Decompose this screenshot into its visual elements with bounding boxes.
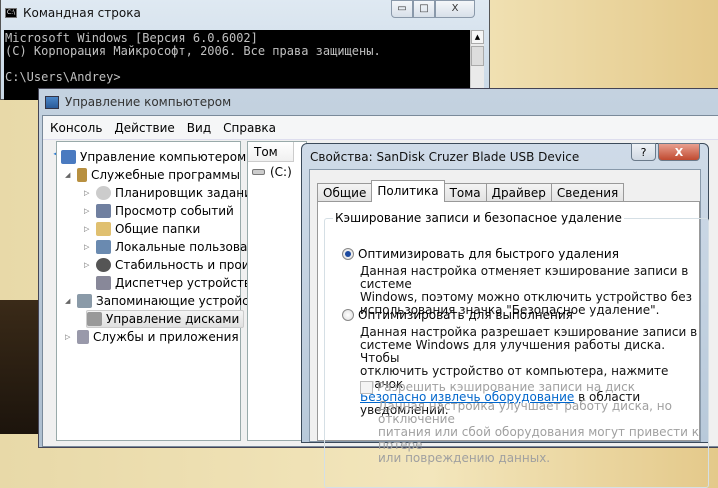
- radio-label: Оптимизировать для выполнения: [358, 308, 573, 322]
- console-line: (C) Корпорация Майкрософт, 2006. Все пра…: [5, 44, 381, 58]
- tree-label: Просмотр событий: [115, 204, 234, 218]
- volume-list: Том (C:): [247, 141, 307, 441]
- close-button[interactable]: X: [435, 0, 475, 18]
- cmd-icon: C:\: [5, 8, 17, 18]
- group-label: Кэширование записи и безопасное удаление: [333, 211, 624, 225]
- tree-item-root[interactable]: Управление компьютером (л: [61, 148, 262, 166]
- services-icon: [77, 330, 89, 344]
- tab-strip: Общие Политика Тома Драйвер Сведения: [317, 180, 625, 202]
- menu-console[interactable]: Консоль: [50, 121, 102, 135]
- computer-management-icon: [45, 95, 59, 109]
- users-icon: [96, 240, 111, 254]
- tree-label: Управление дисками: [106, 312, 240, 326]
- write-caching-group: Кэширование записи и безопасное удаление…: [324, 211, 709, 488]
- menu-view[interactable]: Вид: [187, 121, 211, 135]
- tree-label: Службы и приложения: [93, 330, 239, 344]
- write-caching-description: Данная настройка улучшает работу диска, …: [378, 399, 700, 465]
- minimize-button[interactable]: ▭: [391, 0, 413, 18]
- tree-item-services[interactable]: ▷ Службы и приложения: [65, 328, 239, 346]
- tree-label: Планировщик заданий: [115, 186, 260, 200]
- properties-dialog: Свойства: SanDisk Cruzer Blade USB Devic…: [301, 143, 709, 488]
- scroll-up-arrow-icon[interactable]: ▲: [471, 30, 484, 44]
- tree-item-device-manager[interactable]: Диспетчер устройств: [96, 274, 251, 292]
- column-header-volume[interactable]: Том: [248, 142, 294, 162]
- desktop-background: [0, 300, 40, 434]
- cmd-title: Командная строка: [23, 6, 141, 20]
- performance-radio[interactable]: Оптимизировать для выполнения: [342, 308, 573, 322]
- dialog-title: Свойства: SanDisk Cruzer Blade USB Devic…: [310, 150, 580, 164]
- tree-item-shared-folders[interactable]: ▷ Общие папки: [84, 220, 200, 238]
- radio-selected-icon: [342, 248, 354, 260]
- help-button[interactable]: ?: [631, 143, 656, 161]
- tab-policy[interactable]: Политика: [371, 180, 445, 202]
- expanded-arrow-icon[interactable]: ◢: [65, 297, 73, 305]
- disk-icon: [87, 312, 102, 326]
- radio-label: Оптимизировать для быстрого удаления: [358, 247, 619, 261]
- tree-item-system-tools[interactable]: ◢ Служебные программы: [65, 166, 240, 184]
- tree-item-task-scheduler[interactable]: ▷ Планировщик заданий: [84, 184, 260, 202]
- event-log-icon: [96, 204, 111, 218]
- close-button[interactable]: X: [658, 143, 700, 161]
- collapsed-arrow-icon[interactable]: ▷: [84, 261, 92, 269]
- tree-label: Запоминающие устройст: [96, 294, 256, 308]
- volume-label: (C:): [270, 165, 292, 179]
- scroll-thumb[interactable]: [471, 46, 484, 66]
- enable-write-caching-checkbox[interactable]: Разрешить кэширование записи на диск: [360, 380, 635, 394]
- collapsed-arrow-icon[interactable]: ▷: [84, 243, 92, 251]
- tab-details[interactable]: Сведения: [550, 183, 625, 202]
- window-title: Управление компьютером: [65, 95, 232, 109]
- tab-volumes[interactable]: Тома: [443, 183, 487, 202]
- gauge-icon: [96, 258, 111, 272]
- navigation-tree: Управление компьютером (л ◢ Служебные про…: [56, 141, 262, 441]
- tree-label: Стабильность и произ: [115, 258, 256, 272]
- expanded-arrow-icon[interactable]: ◢: [65, 171, 73, 179]
- tree-item-disk-management[interactable]: Управление дисками: [86, 310, 245, 328]
- collapsed-arrow-icon[interactable]: ▷: [65, 333, 73, 341]
- collapsed-arrow-icon[interactable]: ▷: [84, 225, 92, 233]
- cmd-window: C:\ Командная строка ▭ □ X Microsoft Wind…: [0, 0, 490, 100]
- storage-icon: [77, 294, 92, 308]
- collapsed-arrow-icon[interactable]: ▷: [84, 189, 92, 197]
- tools-icon: [77, 168, 87, 182]
- tab-driver[interactable]: Драйвер: [485, 183, 552, 202]
- maximize-button[interactable]: □: [413, 0, 435, 18]
- console-prompt: C:\Users\Andrey>: [5, 70, 121, 84]
- tree-label: Диспетчер устройств: [115, 276, 252, 290]
- clock-icon: [96, 186, 111, 200]
- tree-item-event-viewer[interactable]: ▷ Просмотр событий: [84, 202, 234, 220]
- drive-icon: [252, 169, 265, 175]
- menu-bar: Консоль Действие Вид Справка: [43, 116, 718, 140]
- shared-folder-icon: [96, 222, 111, 236]
- collapsed-arrow-icon[interactable]: ▷: [84, 207, 92, 215]
- tree-label: Управление компьютером (л: [80, 150, 263, 164]
- radio-unselected-icon: [342, 309, 354, 321]
- tree-item-reliability[interactable]: ▷ Стабильность и произ: [84, 256, 256, 274]
- list-row[interactable]: (C:): [248, 162, 306, 182]
- policy-panel: Кэширование записи и безопасное удаление…: [317, 201, 709, 488]
- menu-action[interactable]: Действие: [114, 121, 174, 135]
- tree-item-local-users[interactable]: ▷ Локальные пользовате: [84, 238, 262, 256]
- quick-removal-radio[interactable]: Оптимизировать для быстрого удаления: [342, 247, 619, 261]
- tree-label: Служебные программы: [91, 168, 240, 182]
- tree-label: Локальные пользовате: [115, 240, 262, 254]
- tab-general[interactable]: Общие: [317, 183, 373, 202]
- tree-item-storage[interactable]: ◢ Запоминающие устройст: [65, 292, 256, 310]
- computer-icon: [61, 150, 76, 164]
- checkbox-label: Разрешить кэширование записи на диск: [377, 380, 636, 394]
- tree-label: Общие папки: [115, 222, 201, 236]
- checkbox-icon: [360, 380, 373, 394]
- menu-help[interactable]: Справка: [223, 121, 276, 135]
- device-manager-icon: [96, 276, 111, 290]
